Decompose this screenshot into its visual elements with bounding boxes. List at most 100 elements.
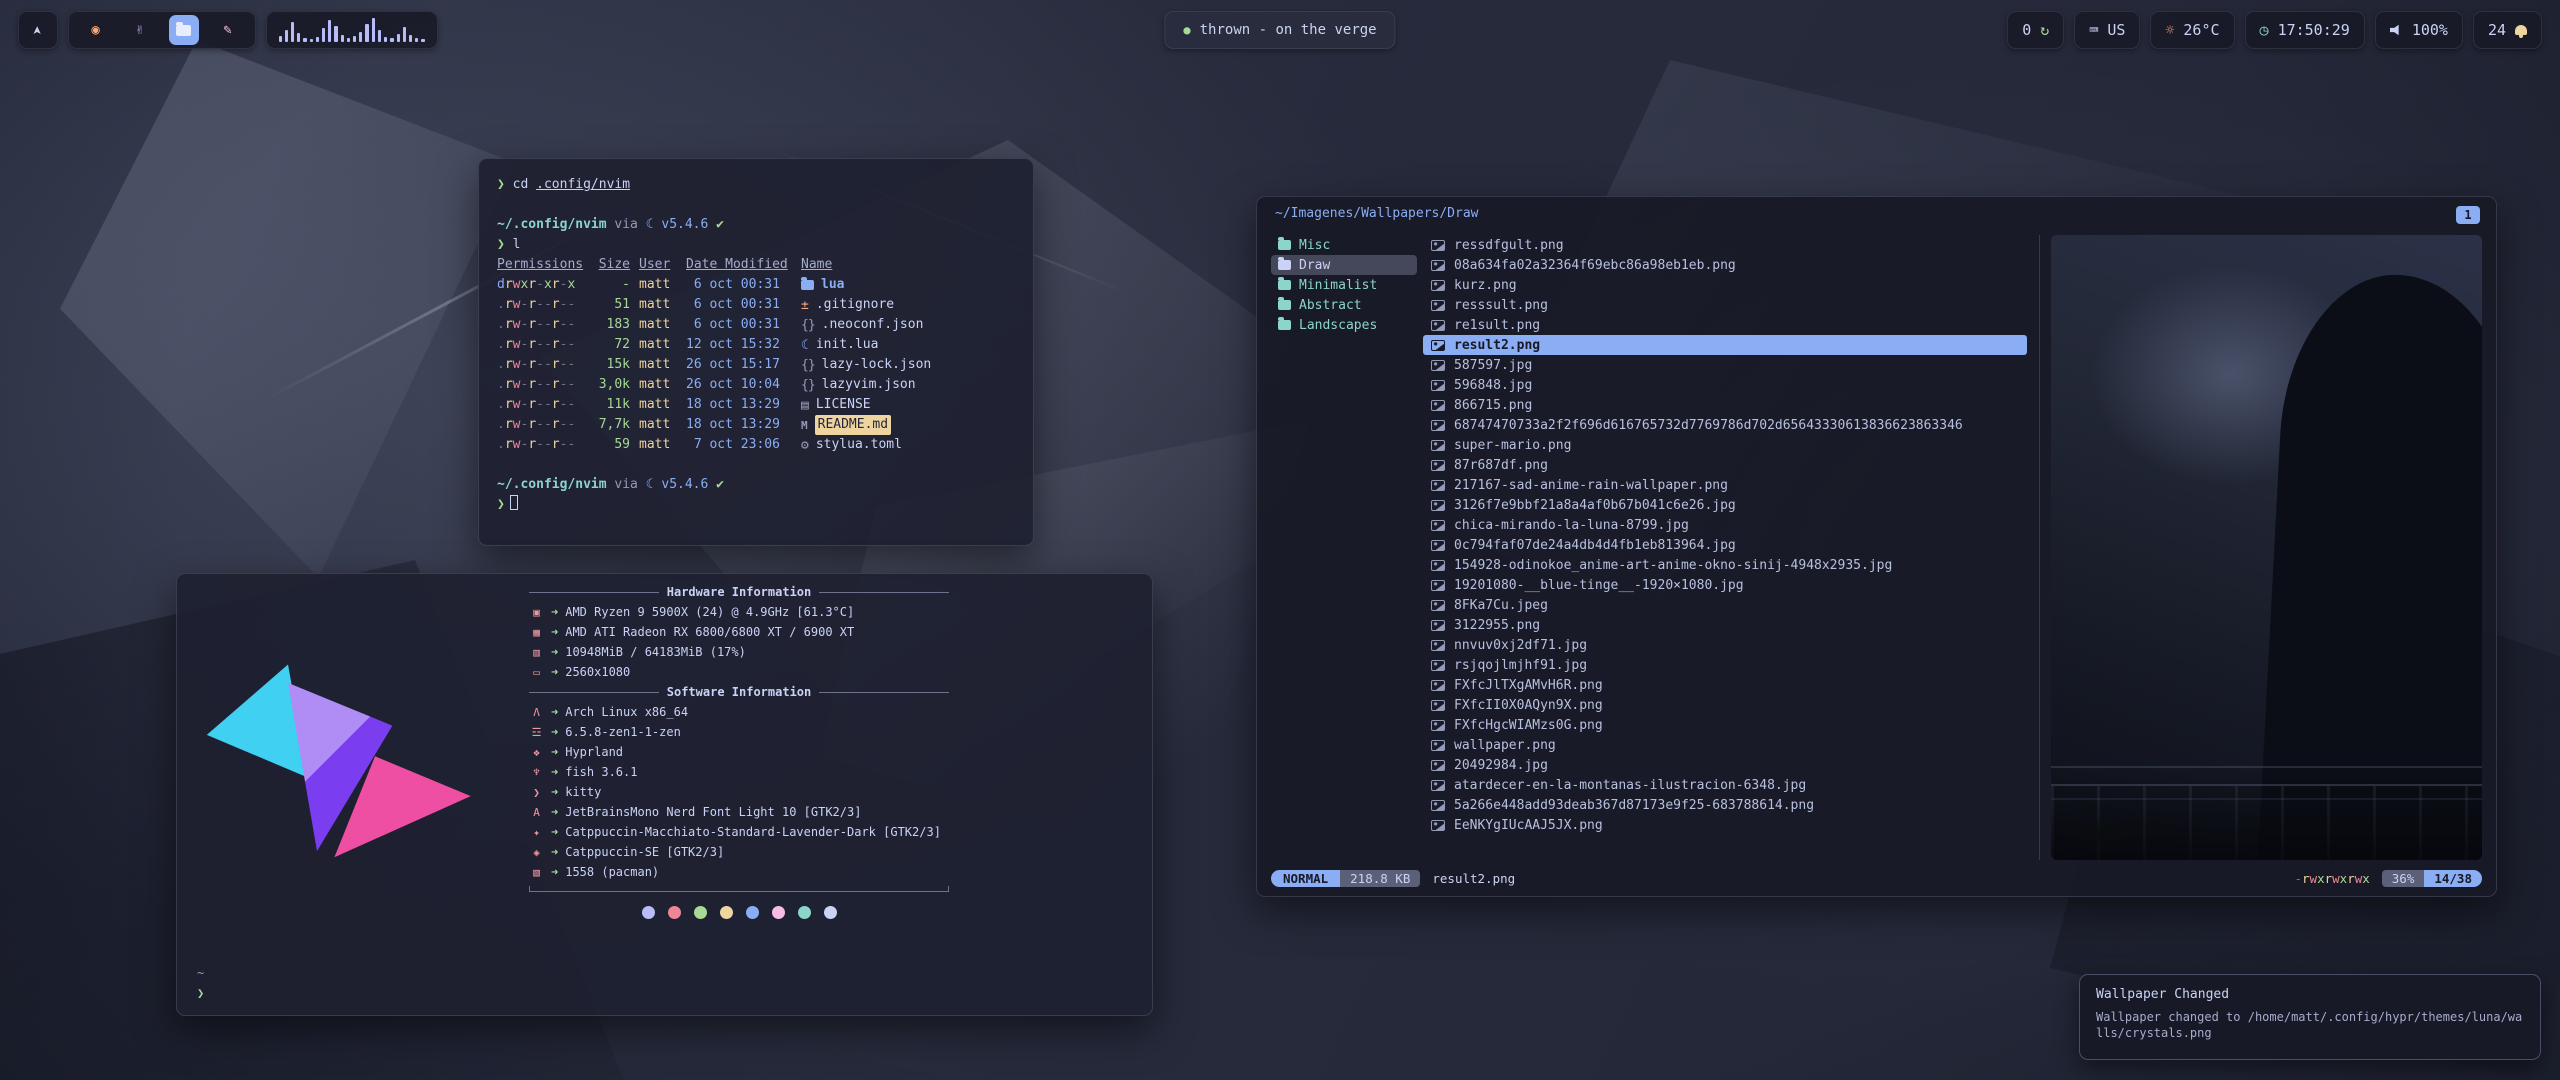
file-row[interactable]: 3122955.png bbox=[1423, 615, 2027, 635]
file-row[interactable]: 0c794faf07de24a4db4d4fb1eb813964.jpg bbox=[1423, 535, 2027, 555]
tab-badge[interactable]: 1 bbox=[2456, 206, 2480, 224]
file-owner: matt bbox=[639, 375, 677, 395]
file-row[interactable]: FXfcII0X0AQyn9X.png bbox=[1423, 695, 2027, 715]
volume-module[interactable]: 100% bbox=[2375, 11, 2463, 49]
file-row[interactable]: 596848.jpg bbox=[1423, 375, 2027, 395]
file-row[interactable]: 3126f7e9bbf21a8a4af0b67b041c6e26.jpg bbox=[1423, 495, 2027, 515]
info-value: Arch Linux x86_64 bbox=[565, 702, 688, 722]
file-name: lazy-lock.json bbox=[822, 355, 932, 375]
media-title: thrown - on the verge bbox=[1200, 22, 1377, 38]
file-row[interactable]: 5a266e448add93deab367d87173e9f25-6837886… bbox=[1423, 795, 2027, 815]
file-row[interactable]: FXfcHgcWIAMzs0G.png bbox=[1423, 715, 2027, 735]
file-row[interactable]: 20492984.jpg bbox=[1423, 755, 2027, 775]
file-name: wallpaper.png bbox=[1454, 738, 1556, 753]
gear-icon: ⚙ bbox=[801, 439, 809, 452]
file-row[interactable]: resssult.png bbox=[1423, 295, 2027, 315]
file-owner: matt bbox=[639, 335, 677, 355]
workspace-button[interactable]: ✌ bbox=[125, 15, 155, 45]
palette-dot bbox=[642, 906, 655, 919]
updates-module[interactable]: 0 ↻ bbox=[2007, 11, 2064, 49]
terminal-window[interactable]: ❯ cd .config/nvim ~/.config/nvim via ☾ v… bbox=[478, 158, 1034, 546]
clock-module[interactable]: ◷ 17:50:29 bbox=[2245, 11, 2365, 49]
launcher-button[interactable]: ➤ bbox=[18, 11, 58, 49]
info-value: kitty bbox=[565, 782, 601, 802]
workspace-button[interactable]: ◉ bbox=[81, 15, 111, 45]
folder-icon bbox=[801, 280, 814, 290]
file-row[interactable]: atardecer-en-la-montanas-ilustracion-634… bbox=[1423, 775, 2027, 795]
selected-filename: result2.png bbox=[1432, 871, 1515, 886]
visualizer-bar bbox=[328, 20, 331, 42]
file-row[interactable]: rsjqojlmjhf91.jpg bbox=[1423, 655, 2027, 675]
file-row[interactable]: super-mario.png bbox=[1423, 435, 2027, 455]
arrow-icon: ➜ bbox=[551, 602, 558, 622]
image-icon bbox=[1431, 660, 1445, 671]
file-owner: matt bbox=[639, 315, 677, 335]
folder-icon bbox=[1278, 300, 1291, 310]
visualizer-bar bbox=[291, 22, 294, 42]
sidebar-folder[interactable]: Abstract bbox=[1271, 295, 1417, 315]
notification-title: Wallpaper Changed bbox=[2096, 987, 2524, 1002]
file-row[interactable]: ressdfgult.png bbox=[1423, 235, 2027, 255]
file-owner: matt bbox=[639, 435, 677, 455]
file-row[interactable]: wallpaper.png bbox=[1423, 735, 2027, 755]
visualizer-bar bbox=[409, 35, 412, 42]
file-row[interactable]: chica-mirando-la-luna-8799.jpg bbox=[1423, 515, 2027, 535]
file-row[interactable]: 587597.jpg bbox=[1423, 355, 2027, 375]
file-row[interactable]: 866715.png bbox=[1423, 395, 2027, 415]
cpu-icon: ▣ bbox=[529, 607, 544, 618]
lua-version: v5.4.6 bbox=[661, 217, 708, 232]
clock-icon: ◷ bbox=[2260, 23, 2269, 38]
image-icon bbox=[1431, 420, 1445, 431]
file-row[interactable]: 19201080-__blue-tinge__-1920×1080.jpg bbox=[1423, 575, 2027, 595]
file-row[interactable]: 08a634fa02a32364f69ebc86a98eb1eb.png bbox=[1423, 255, 2027, 275]
keyboard-layout-module[interactable]: ⌨ US bbox=[2074, 11, 2140, 49]
sidebar-folder[interactable]: Minimalist bbox=[1271, 275, 1417, 295]
image-icon bbox=[1431, 800, 1445, 811]
image-icon bbox=[1431, 540, 1445, 551]
file-row[interactable]: re1sult.png bbox=[1423, 315, 2027, 335]
file-row[interactable]: 154928-odinokoe_anime-art-anime-okno-sin… bbox=[1423, 555, 2027, 575]
file-date: 6 oct 00:31 bbox=[686, 315, 792, 335]
file-row[interactable]: nnvuv0xj2df71.jpg bbox=[1423, 635, 2027, 655]
folder-name: Landscapes bbox=[1299, 318, 1377, 333]
visualizer-bar bbox=[310, 39, 313, 42]
file-row[interactable]: 217167-sad-anime-rain-wallpaper.png bbox=[1423, 475, 2027, 495]
sidebar-folder[interactable]: Draw bbox=[1271, 255, 1417, 275]
sidebar-folder[interactable]: Misc bbox=[1271, 235, 1417, 255]
file-row[interactable]: 87r687df.png bbox=[1423, 455, 2027, 475]
folder-name: Minimalist bbox=[1299, 278, 1377, 293]
file-name: atardecer-en-la-montanas-ilustracion-634… bbox=[1454, 778, 1806, 793]
file-owner: matt bbox=[639, 295, 677, 315]
notification[interactable]: Wallpaper Changed Wallpaper changed to /… bbox=[2079, 974, 2541, 1060]
file-permissions: .rw-r--r-- bbox=[497, 335, 579, 355]
file-list: ressdfgult.png 08a634fa02a32364f69ebc86a… bbox=[1423, 235, 2027, 835]
terminal-cursor[interactable] bbox=[510, 495, 518, 510]
file-row[interactable]: EeNKYgIUcAAJ5JX.png bbox=[1423, 815, 2027, 835]
image-icon bbox=[1431, 740, 1445, 751]
file-row[interactable]: 8FKa7Cu.jpeg bbox=[1423, 595, 2027, 615]
temperature-module[interactable]: ☼ 26°C bbox=[2150, 11, 2234, 49]
file-date: 26 oct 10:04 bbox=[686, 375, 792, 395]
shell-prompt[interactable]: ~ ❯ bbox=[197, 963, 204, 1003]
wm-icon: ❖ bbox=[529, 747, 544, 758]
speaker-icon bbox=[2390, 24, 2403, 36]
workspace-button[interactable] bbox=[169, 15, 199, 45]
notifications-module[interactable]: 24 bbox=[2473, 11, 2542, 49]
sidebar-folder[interactable]: Landscapes bbox=[1271, 315, 1417, 335]
folder-icon bbox=[1278, 240, 1291, 250]
panel-divider bbox=[2039, 235, 2040, 860]
file-row[interactable]: FXfcJlTXgAMvH6R.png bbox=[1423, 675, 2027, 695]
file-row[interactable]: result2.png bbox=[1423, 335, 2027, 355]
file-row[interactable]: kurz.png bbox=[1423, 275, 2027, 295]
command: cd bbox=[513, 177, 529, 192]
file-name: result2.png bbox=[1454, 338, 1540, 353]
updates-count: 0 bbox=[2022, 21, 2031, 39]
workspace-button[interactable]: ✎ bbox=[213, 15, 243, 45]
notifications-count: 24 bbox=[2488, 21, 2506, 39]
media-module[interactable]: ● thrown - on the verge bbox=[1164, 11, 1395, 49]
file-name: 87r687df.png bbox=[1454, 458, 1548, 473]
git-icon: ± bbox=[801, 299, 809, 312]
keyboard-icon: ⌨ bbox=[2089, 23, 2098, 38]
file-row[interactable]: 68747470733a2f2f696d616765732d7769786d70… bbox=[1423, 415, 2027, 435]
image-icon bbox=[1431, 260, 1445, 271]
